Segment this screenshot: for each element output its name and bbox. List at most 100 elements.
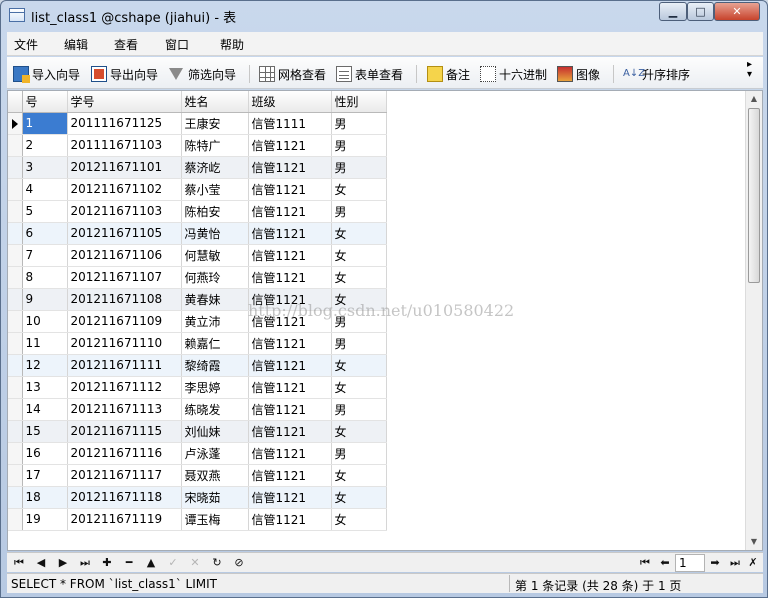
table-row[interactable]: 1 201111671125 王康安 信管1111 男 xyxy=(8,112,387,135)
discard-changes-icon[interactable]: ✕ xyxy=(187,555,203,571)
cell-class[interactable]: 信管1121 xyxy=(248,508,332,531)
cell-id[interactable]: 18 xyxy=(22,486,68,509)
table-row[interactable]: 17 201211671117 聂双燕 信管1121 女 xyxy=(8,464,387,487)
cell-name[interactable]: 何慧敏 xyxy=(181,244,249,267)
cell-gender[interactable]: 女 xyxy=(331,288,387,311)
stop-icon[interactable]: ⊘ xyxy=(231,555,247,571)
column-header-gender[interactable]: 性别 xyxy=(331,91,387,113)
settings-icon[interactable]: ✗ xyxy=(745,555,761,571)
row-indicator[interactable] xyxy=(8,156,23,179)
refresh-icon[interactable]: ↻ xyxy=(209,555,225,571)
menu-edit[interactable]: 编辑 xyxy=(64,36,88,53)
move-up-icon[interactable]: ▲ xyxy=(143,555,159,571)
table-row[interactable]: 13 201211671112 李思婷 信管1121 女 xyxy=(8,376,387,399)
row-indicator[interactable] xyxy=(8,134,23,157)
image-button[interactable]: 图像 xyxy=(557,65,600,83)
table-row[interactable]: 6 201211671105 冯黄怡 信管1121 女 xyxy=(8,222,387,245)
cell-class[interactable]: 信管1121 xyxy=(248,442,332,465)
cell-name[interactable]: 卢泳蓬 xyxy=(181,442,249,465)
cell-class[interactable]: 信管1121 xyxy=(248,178,332,201)
cell-class[interactable]: 信管1121 xyxy=(248,376,332,399)
table-row[interactable]: 3 201211671101 蔡济屹 信管1121 男 xyxy=(8,156,387,179)
table-row[interactable]: 9 201211671108 黄春妹 信管1121 女 xyxy=(8,288,387,311)
page-number-input[interactable]: 1 xyxy=(675,554,705,572)
cell-name[interactable]: 蔡济屹 xyxy=(181,156,249,179)
cell-gender[interactable]: 女 xyxy=(331,464,387,487)
cell-id[interactable]: 12 xyxy=(22,354,68,377)
cell-class[interactable]: 信管1121 xyxy=(248,134,332,157)
cell-class[interactable]: 信管1121 xyxy=(248,464,332,487)
cell-gender[interactable]: 男 xyxy=(331,134,387,157)
cell-class[interactable]: 信管1121 xyxy=(248,288,332,311)
export-wizard-button[interactable]: 导出向导 xyxy=(91,65,158,83)
cell-class[interactable]: 信管1121 xyxy=(248,398,332,421)
cell-id[interactable]: 2 xyxy=(22,134,68,157)
hex-button[interactable]: 十六进制 xyxy=(480,65,547,83)
menu-window[interactable]: 窗口 xyxy=(165,36,189,53)
cell-gender[interactable]: 男 xyxy=(331,200,387,223)
cell-student-no[interactable]: 201211671113 xyxy=(67,398,182,421)
title-bar[interactable]: list_class1 @cshape (jiahui) - 表 ▁ □ ✕ xyxy=(1,1,767,31)
table-row[interactable]: 12 201211671111 黎绮霞 信管1121 女 xyxy=(8,354,387,377)
cell-student-no[interactable]: 201111671103 xyxy=(67,134,182,157)
row-indicator[interactable] xyxy=(8,178,23,201)
table-row[interactable]: 15 201211671115 刘仙妹 信管1121 女 xyxy=(8,420,387,443)
cell-name[interactable]: 聂双燕 xyxy=(181,464,249,487)
cell-student-no[interactable]: 201211671117 xyxy=(67,464,182,487)
cell-id[interactable]: 13 xyxy=(22,376,68,399)
row-indicator[interactable] xyxy=(8,288,23,311)
cell-gender[interactable]: 男 xyxy=(331,310,387,333)
cell-name[interactable]: 蔡小莹 xyxy=(181,178,249,201)
cell-gender[interactable]: 女 xyxy=(331,420,387,443)
cell-gender[interactable]: 男 xyxy=(331,112,387,135)
cell-class[interactable]: 信管1121 xyxy=(248,420,332,443)
row-indicator[interactable] xyxy=(8,442,23,465)
previous-record-icon[interactable]: ◀ xyxy=(33,555,49,571)
column-header-id[interactable]: 号 xyxy=(22,91,68,113)
cell-student-no[interactable]: 201211671115 xyxy=(67,420,182,443)
cell-id[interactable]: 10 xyxy=(22,310,68,333)
next-record-icon[interactable]: ▶ xyxy=(55,555,71,571)
table-row[interactable]: 14 201211671113 练晓发 信管1121 男 xyxy=(8,398,387,421)
cell-name[interactable]: 赖嘉仁 xyxy=(181,332,249,355)
cell-id[interactable]: 9 xyxy=(22,288,68,311)
cell-name[interactable]: 陈特广 xyxy=(181,134,249,157)
menu-view[interactable]: 查看 xyxy=(114,36,138,53)
maximize-button[interactable]: □ xyxy=(687,2,714,21)
cell-student-no[interactable]: 201211671103 xyxy=(67,200,182,223)
table-row[interactable]: 7 201211671106 何慧敏 信管1121 女 xyxy=(8,244,387,267)
scroll-down-icon[interactable]: ▼ xyxy=(746,534,762,550)
table-row[interactable]: 5 201211671103 陈柏安 信管1121 男 xyxy=(8,200,387,223)
menu-file[interactable]: 文件 xyxy=(14,36,38,53)
row-indicator[interactable] xyxy=(8,112,23,135)
cell-name[interactable]: 陈柏安 xyxy=(181,200,249,223)
cell-name[interactable]: 冯黄怡 xyxy=(181,222,249,245)
table-row[interactable]: 19 201211671119 谭玉梅 信管1121 女 xyxy=(8,508,387,531)
cell-gender[interactable]: 女 xyxy=(331,244,387,267)
cell-name[interactable]: 李思婷 xyxy=(181,376,249,399)
sort-ascending-button[interactable]: A↓Z 升序排序 xyxy=(623,65,690,83)
cell-id[interactable]: 3 xyxy=(22,156,68,179)
cell-class[interactable]: 信管1111 xyxy=(248,112,332,135)
vertical-scrollbar[interactable]: ▲ ▼ xyxy=(745,91,762,550)
cell-student-no[interactable]: 201211671105 xyxy=(67,222,182,245)
last-page-icon[interactable]: ⏭ xyxy=(727,555,743,571)
cell-student-no[interactable]: 201211671108 xyxy=(67,288,182,311)
cell-name[interactable]: 谭玉梅 xyxy=(181,508,249,531)
row-indicator[interactable] xyxy=(8,398,23,421)
first-record-icon[interactable]: ⏮ xyxy=(11,555,27,571)
cell-id[interactable]: 6 xyxy=(22,222,68,245)
cell-gender[interactable]: 女 xyxy=(331,376,387,399)
cell-student-no[interactable]: 201211671116 xyxy=(67,442,182,465)
first-page-icon[interactable]: ⏮ xyxy=(637,555,653,571)
row-indicator[interactable] xyxy=(8,464,23,487)
row-indicator[interactable] xyxy=(8,244,23,267)
table-row[interactable]: 10 201211671109 黄立沛 信管1121 男 xyxy=(8,310,387,333)
cell-class[interactable]: 信管1121 xyxy=(248,332,332,355)
cell-class[interactable]: 信管1121 xyxy=(248,310,332,333)
cell-name[interactable]: 黎绮霞 xyxy=(181,354,249,377)
filter-wizard-button[interactable]: 筛选向导 xyxy=(169,65,236,83)
cell-class[interactable]: 信管1121 xyxy=(248,244,332,267)
table-row[interactable]: 18 201211671118 宋晓茹 信管1121 女 xyxy=(8,486,387,509)
delete-record-icon[interactable]: ━ xyxy=(121,555,137,571)
